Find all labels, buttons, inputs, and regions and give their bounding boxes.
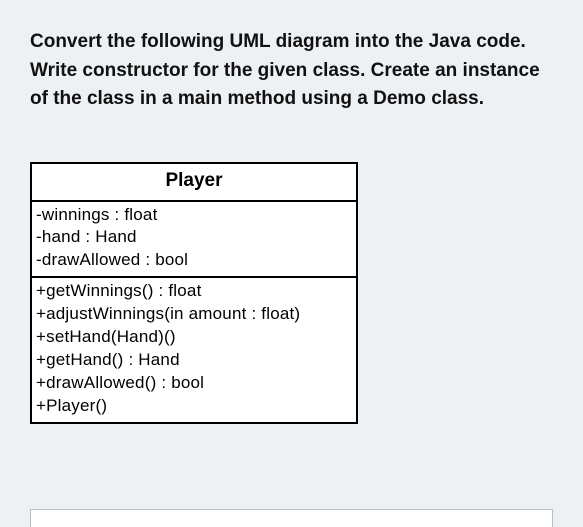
uml-attribute: -winnings : float	[36, 204, 352, 227]
uml-attribute: -hand : Hand	[36, 226, 352, 249]
answer-input-box[interactable]	[30, 509, 553, 527]
uml-class-name: Player	[32, 164, 356, 202]
uml-method: +adjustWinnings(in amount : float)	[36, 303, 352, 326]
uml-class-diagram: Player -winnings : float -hand : Hand -d…	[30, 162, 358, 424]
question-prompt: Convert the following UML diagram into t…	[30, 28, 553, 114]
uml-method: +drawAllowed() : bool	[36, 372, 352, 395]
uml-method: +getHand() : Hand	[36, 349, 352, 372]
uml-methods-section: +getWinnings() : float +adjustWinnings(i…	[32, 278, 356, 422]
uml-attributes-section: -winnings : float -hand : Hand -drawAllo…	[32, 202, 356, 279]
uml-attribute: -drawAllowed : bool	[36, 249, 352, 272]
uml-method: +setHand(Hand)()	[36, 326, 352, 349]
uml-method: +getWinnings() : float	[36, 280, 352, 303]
uml-method: +Player()	[36, 395, 352, 418]
